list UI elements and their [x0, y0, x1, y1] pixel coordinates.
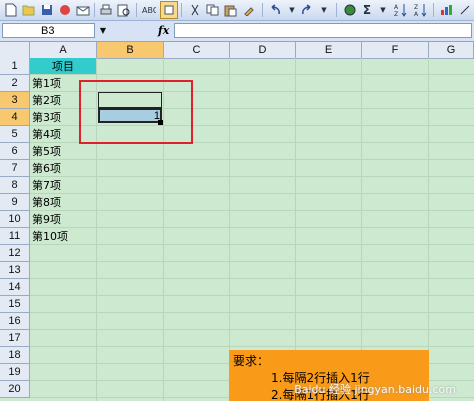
name-box[interactable]: B3 — [2, 23, 95, 38]
autosum-dropdown-icon[interactable]: ▼ — [374, 1, 392, 19]
cell-a-item[interactable]: 第7项 — [32, 177, 96, 193]
note-title: 要求： — [233, 354, 270, 368]
column-header-e[interactable]: E — [296, 42, 362, 58]
row-header[interactable]: 13 — [0, 262, 30, 279]
toolbar-separator — [262, 3, 263, 17]
toolbar-separator — [181, 3, 182, 17]
row-header[interactable]: 18 — [0, 347, 30, 364]
redo-icon[interactable] — [298, 1, 316, 19]
open-folder-icon[interactable] — [20, 1, 38, 19]
column-header-c[interactable]: C — [164, 42, 230, 58]
toolbar-separator — [433, 3, 434, 17]
toolbar-separator — [136, 3, 137, 17]
row-header[interactable]: 16 — [0, 313, 30, 330]
row-header[interactable]: 9 — [0, 194, 30, 211]
watermark: Baidu 经验 jingyan.baidu.com — [294, 383, 456, 396]
sort-ascending-icon[interactable]: AZ — [392, 1, 410, 19]
gridline — [30, 261, 474, 262]
undo-icon[interactable] — [266, 1, 284, 19]
gridline — [30, 346, 474, 347]
toolbar-separator — [336, 3, 337, 17]
select-all-corner[interactable] — [0, 42, 30, 58]
cell-a-item[interactable]: 第6项 — [32, 160, 96, 176]
svg-text:Z: Z — [394, 11, 398, 17]
permission-icon[interactable] — [56, 1, 74, 19]
cell-a-item[interactable]: 第9项 — [32, 211, 96, 227]
formula-input[interactable] — [174, 23, 472, 38]
cut-icon[interactable] — [186, 1, 204, 19]
hyperlink-icon[interactable] — [341, 1, 359, 19]
cell-a-item[interactable]: 第10项 — [32, 228, 96, 244]
row-header[interactable]: 8 — [0, 177, 30, 194]
insert-function-icon[interactable]: fx — [158, 23, 172, 38]
column-header-a[interactable]: A — [30, 42, 97, 58]
gridline — [30, 244, 474, 245]
cell-a1-header[interactable]: 项目 — [30, 58, 96, 74]
name-box-dropdown-icon[interactable]: ▼ — [97, 24, 109, 38]
sort-descending-icon[interactable]: ZA — [412, 1, 430, 19]
spelling-icon[interactable]: ABC — [140, 1, 158, 19]
row-header[interactable]: 20 — [0, 381, 30, 398]
drawing-icon[interactable] — [456, 1, 474, 19]
row-header[interactable]: 12 — [0, 245, 30, 262]
cell-grid[interactable]: 项目 第1项 第2项 第3项 第4项 第5项 第6项 第7项 第8项 第9项 第… — [30, 58, 474, 401]
research-icon[interactable] — [160, 1, 178, 19]
svg-text:ABC: ABC — [142, 6, 156, 15]
gridline — [30, 329, 474, 330]
redo-dropdown-icon[interactable]: ▼ — [315, 1, 333, 19]
cell-a-item[interactable]: 第5项 — [32, 143, 96, 159]
gridline — [30, 74, 474, 75]
row-header[interactable]: 6 — [0, 143, 30, 160]
row-header[interactable]: 17 — [0, 330, 30, 347]
row-header[interactable]: 19 — [0, 364, 30, 381]
save-icon[interactable] — [38, 1, 56, 19]
svg-text:Z: Z — [414, 4, 418, 11]
gridline — [30, 278, 474, 279]
row-header[interactable]: 1 — [0, 58, 30, 75]
gridline — [30, 176, 474, 177]
highlight-box — [79, 80, 193, 144]
cell-a-item[interactable]: 第8项 — [32, 194, 96, 210]
column-header-g[interactable]: G — [429, 42, 474, 58]
row-header[interactable]: 14 — [0, 279, 30, 296]
svg-text:A: A — [414, 11, 419, 17]
new-file-icon[interactable] — [2, 1, 20, 19]
row-header[interactable]: 2 — [0, 75, 30, 92]
excel-window: ABC ▼ ▼ Σ ▼ AZ ZA B3 ▼ fx A B C D E F G … — [0, 0, 474, 401]
column-header-d[interactable]: D — [230, 42, 296, 58]
gridline — [30, 295, 474, 296]
column-header-b[interactable]: B — [97, 42, 164, 58]
toolbar-separator — [94, 3, 95, 17]
row-header[interactable]: 4 — [0, 109, 30, 126]
email-icon[interactable] — [74, 1, 92, 19]
print-icon[interactable] — [97, 1, 115, 19]
chart-wizard-icon[interactable] — [438, 1, 456, 19]
row-header[interactable]: 15 — [0, 296, 30, 313]
row-header[interactable]: 7 — [0, 160, 30, 177]
row-header[interactable]: 11 — [0, 228, 30, 245]
formula-bar: B3 ▼ fx — [0, 21, 474, 42]
copy-icon[interactable] — [204, 1, 222, 19]
gridline — [30, 312, 474, 313]
column-header-f[interactable]: F — [362, 42, 429, 58]
gridline — [30, 193, 474, 194]
format-painter-icon[interactable] — [240, 1, 258, 19]
paste-icon[interactable] — [222, 1, 240, 19]
svg-text:A: A — [394, 4, 399, 11]
row-header[interactable]: 5 — [0, 126, 30, 143]
gridline — [30, 159, 474, 160]
standard-toolbar: ABC ▼ ▼ Σ ▼ AZ ZA — [0, 0, 474, 21]
print-preview-icon[interactable] — [115, 1, 133, 19]
column-headers: A B C D E F G — [0, 42, 474, 59]
gridline — [30, 210, 474, 211]
row-header[interactable]: 10 — [0, 211, 30, 228]
gridline — [30, 227, 474, 228]
row-header[interactable]: 3 — [0, 92, 30, 109]
